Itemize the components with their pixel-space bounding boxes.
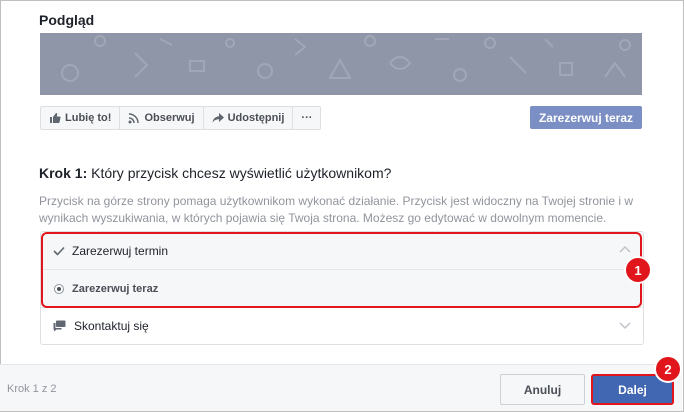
annotation-badge-2: 2 — [656, 357, 680, 381]
more-dots-icon: ··· — [301, 112, 313, 124]
follow-label: Obserwuj — [144, 112, 195, 124]
cover-pattern — [61, 35, 631, 82]
step-question: Krok 1: Który przycisk chcesz wyświetlić… — [39, 165, 391, 181]
rss-icon — [128, 113, 140, 124]
option-contact[interactable]: Skontaktuj się — [41, 308, 643, 344]
share-arrow-icon — [212, 113, 224, 123]
thumbs-up-icon — [50, 113, 61, 123]
like-button[interactable]: Lubię to! — [41, 107, 121, 129]
preview-title: Podgląd — [39, 12, 95, 28]
step-description: Przycisk na górze strony pomaga użytkown… — [39, 194, 634, 225]
annotation-badge-1: 1 — [626, 258, 650, 282]
chat-bubbles-icon — [53, 320, 66, 332]
cancel-button[interactable]: Anuluj — [500, 374, 585, 405]
step-question-text: Który przycisk chcesz wyświetlić użytkow… — [87, 165, 392, 181]
more-button[interactable]: ··· — [293, 107, 320, 129]
step-prefix: Krok 1: — [39, 165, 88, 181]
share-label: Udostępnij — [227, 112, 285, 124]
annotation-highlight-box — [41, 232, 642, 308]
option-contact-label: Skontaktuj się — [74, 319, 149, 333]
follow-button[interactable]: Obserwuj — [120, 107, 204, 129]
share-button[interactable]: Udostępnij — [204, 107, 294, 129]
like-label: Lubię to! — [65, 112, 112, 124]
cover-image — [40, 33, 642, 95]
book-now-preview-button[interactable]: Zarezerwuj teraz — [530, 106, 642, 129]
chevron-down-icon[interactable] — [619, 322, 631, 330]
page-action-bar: Lubię to! Obserwuj Udostępnij ··· — [40, 106, 322, 130]
step-counter: Krok 1 z 2 — [7, 383, 57, 395]
